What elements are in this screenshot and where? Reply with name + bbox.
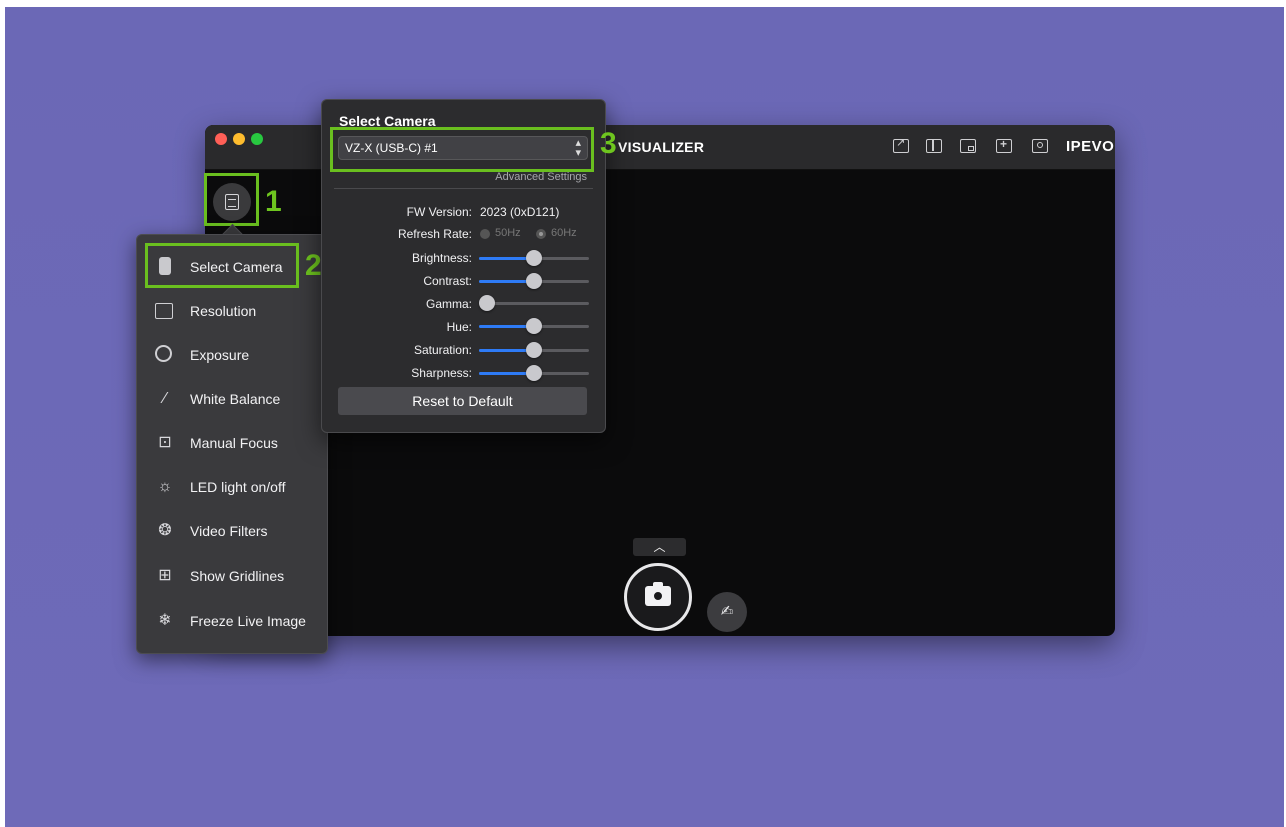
close-window-button[interactable] [215, 133, 227, 145]
fw-version-label: FW Version: [406, 205, 472, 219]
resolution-icon [155, 303, 173, 319]
saturation-label: Saturation: [413, 343, 472, 357]
menu-item-label: White Balance [190, 391, 281, 407]
menu-item-label: Video Filters [190, 523, 268, 539]
refresh-50hz-label: 50Hz [495, 227, 521, 239]
camera-settings-icon[interactable] [1032, 139, 1048, 153]
add-window-icon[interactable] [996, 137, 1012, 153]
marker-2: 2 [305, 249, 322, 282]
camera-icon [645, 582, 671, 606]
filters-icon: ❂ [158, 522, 172, 539]
exposure-icon [155, 345, 172, 362]
led-icon: ☼ [157, 478, 173, 495]
refresh-60hz-radio[interactable] [536, 229, 546, 239]
highlight-box-1 [204, 173, 259, 226]
hue-label: Hue: [446, 320, 472, 334]
app-title: VISUALIZER [618, 139, 705, 155]
minimize-window-button[interactable] [233, 133, 245, 145]
capture-button[interactable] [624, 563, 692, 631]
gamma-slider[interactable] [479, 295, 589, 311]
menu-item-label: Freeze Live Image [190, 613, 306, 629]
marker-3: 3 [600, 127, 617, 160]
menu-item-label: LED light on/off [190, 479, 286, 495]
gamma-label: Gamma: [425, 297, 472, 311]
menu-item-freeze-live-image[interactable]: ❄ Freeze Live Image [137, 601, 327, 641]
menu-item-led-light[interactable]: ☼ LED light on/off [137, 467, 327, 507]
menu-item-white-balance[interactable]: ⁄ White Balance [137, 379, 327, 419]
brand-logo: IPEVO [1066, 138, 1115, 155]
divider [334, 188, 593, 189]
reset-to-default-button[interactable]: Reset to Default [338, 387, 587, 415]
hue-slider[interactable] [479, 318, 589, 334]
marker-1: 1 [265, 185, 282, 218]
highlight-box-2 [145, 243, 299, 288]
menu-item-exposure[interactable]: Exposure [137, 335, 327, 375]
annotate-button[interactable]: ✍ [707, 592, 747, 632]
focus-icon: ⊡ [158, 434, 172, 451]
sharpness-label: Sharpness: [411, 366, 472, 380]
menu-item-label: Resolution [190, 303, 257, 319]
refresh-60hz-label: 60Hz [551, 227, 577, 239]
refresh-50hz-radio[interactable] [480, 229, 490, 239]
contrast-slider[interactable] [479, 273, 589, 289]
contrast-label: Contrast: [423, 274, 472, 288]
menu-item-label: Manual Focus [190, 435, 278, 451]
snowflake-icon: ❄ [158, 612, 172, 629]
saturation-slider[interactable] [479, 342, 589, 358]
sharpness-slider[interactable] [479, 365, 589, 381]
white-balance-icon: ⁄ [163, 390, 167, 407]
split-view-icon[interactable] [926, 139, 942, 153]
side-menu: Select Camera Resolution Exposure ⁄ Whit… [136, 234, 328, 654]
brightness-slider[interactable] [479, 250, 589, 266]
expand-toolbar-button[interactable]: ︿ [633, 538, 686, 556]
picture-in-picture-icon[interactable] [960, 139, 976, 153]
brightness-label: Brightness: [411, 251, 472, 265]
highlight-box-3 [330, 127, 594, 172]
menu-item-video-filters[interactable]: ❂ Video Filters [137, 511, 327, 551]
advanced-settings-link[interactable]: Advanced Settings [495, 171, 587, 183]
fw-version-value: 2023 (0xD121) [480, 205, 560, 219]
zoom-window-button[interactable] [251, 133, 263, 145]
pop-out-icon[interactable] [893, 136, 909, 153]
menu-item-resolution[interactable]: Resolution [137, 291, 327, 331]
menu-item-show-gridlines[interactable]: ⊞ Show Gridlines [137, 556, 327, 596]
menu-item-label: Show Gridlines [190, 568, 285, 584]
refresh-rate-label: Refresh Rate: [397, 227, 472, 241]
menu-item-manual-focus[interactable]: ⊡ Manual Focus [137, 423, 327, 463]
menu-item-label: Exposure [190, 347, 250, 363]
grid-icon: ⊞ [158, 567, 172, 584]
